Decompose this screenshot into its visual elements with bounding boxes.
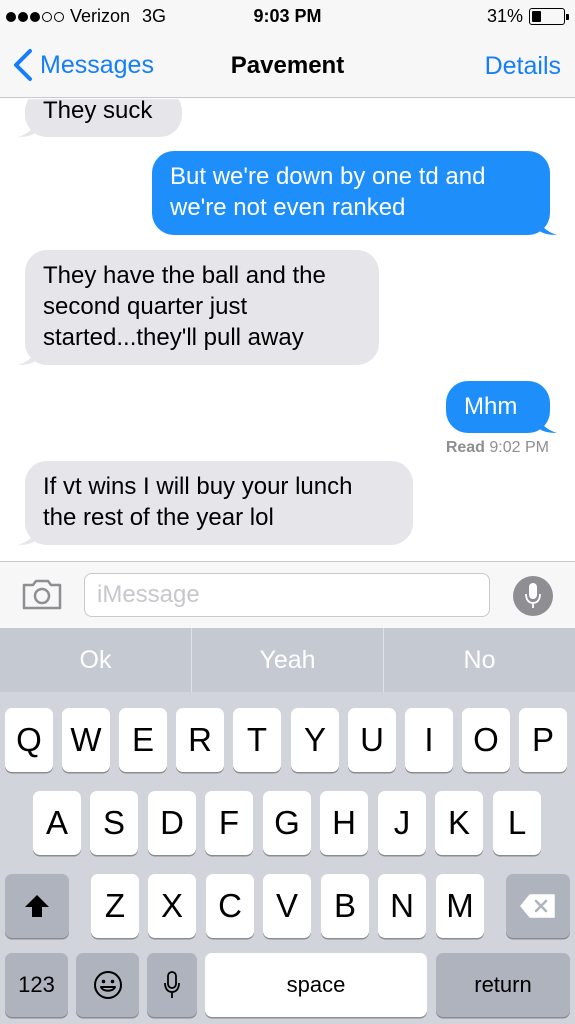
shift-icon bbox=[25, 895, 49, 917]
message-text: They suck bbox=[43, 99, 153, 124]
dictation-key[interactable] bbox=[147, 953, 197, 1017]
predictive-bar: Ok Yeah No bbox=[0, 628, 575, 692]
microphone-icon bbox=[164, 971, 180, 998]
suggestion[interactable]: Ok bbox=[0, 628, 191, 692]
suggestion[interactable]: No bbox=[383, 628, 575, 692]
message-line: But we're down by one td and bbox=[170, 163, 486, 190]
battery-fill bbox=[532, 11, 541, 22]
return-key[interactable]: return bbox=[436, 953, 570, 1017]
space-key[interactable]: space bbox=[205, 953, 427, 1017]
key-q[interactable]: Q bbox=[5, 708, 53, 772]
message-line: the rest of the year lol bbox=[43, 504, 274, 531]
emoji-key[interactable] bbox=[76, 953, 139, 1017]
nav-bar: Messages Pavement Details bbox=[0, 32, 575, 98]
message-bubble-incoming[interactable]: If vt wins I will buy your lunch the res… bbox=[18, 461, 413, 545]
key-d[interactable]: D bbox=[148, 791, 196, 855]
message-input[interactable] bbox=[84, 573, 490, 617]
message-text: Mhm bbox=[464, 393, 518, 420]
key-h[interactable]: H bbox=[320, 791, 368, 855]
key-a[interactable]: A bbox=[33, 791, 81, 855]
key-p[interactable]: P bbox=[519, 708, 567, 772]
keyboard: Q W E R T Y U I O P A S D F G H J K L Z … bbox=[0, 692, 575, 1024]
read-receipt: Read 9:02 PM bbox=[446, 439, 549, 457]
message-line: we're not even ranked bbox=[170, 194, 406, 221]
battery-percent: 31% bbox=[486, 6, 523, 26]
status-bar: Verizon 3G 9:03 PM 31% bbox=[0, 0, 575, 32]
key-n[interactable]: N bbox=[378, 874, 426, 938]
key-x[interactable]: X bbox=[148, 874, 196, 938]
key-y[interactable]: Y bbox=[291, 708, 339, 772]
suggestion[interactable]: Yeah bbox=[191, 628, 383, 692]
message-line: second quarter just bbox=[43, 293, 248, 320]
message-line: They have the ball and the bbox=[43, 262, 326, 289]
delete-icon bbox=[520, 894, 555, 918]
microphone-icon[interactable] bbox=[513, 576, 553, 616]
message-bubble-incoming[interactable]: They have the ball and the second quarte… bbox=[18, 250, 379, 365]
message-thread[interactable]: They suck But we're down by one td and w… bbox=[0, 99, 575, 561]
key-r[interactable]: R bbox=[176, 708, 224, 772]
battery-icon bbox=[529, 8, 569, 25]
key-t[interactable]: T bbox=[233, 708, 281, 772]
key-s[interactable]: S bbox=[90, 791, 138, 855]
key-m[interactable]: M bbox=[436, 874, 484, 938]
key-u[interactable]: U bbox=[348, 708, 396, 772]
key-z[interactable]: Z bbox=[91, 874, 139, 938]
key-f[interactable]: F bbox=[205, 791, 253, 855]
message-bubble-outgoing[interactable]: Mhm bbox=[446, 381, 557, 433]
read-label: Read bbox=[445, 439, 485, 456]
key-v[interactable]: V bbox=[263, 874, 311, 938]
key-b[interactable]: B bbox=[321, 874, 369, 938]
compose-bar bbox=[0, 561, 575, 628]
message-bubble-incoming[interactable]: They suck bbox=[18, 99, 182, 137]
key-l[interactable]: L bbox=[493, 791, 541, 855]
key-i[interactable]: I bbox=[405, 708, 453, 772]
emoji-icon bbox=[93, 971, 122, 999]
message-line: started...they'll pull away bbox=[43, 324, 304, 351]
delete-key[interactable] bbox=[506, 874, 570, 938]
message-line: If vt wins I will buy your lunch bbox=[43, 473, 353, 500]
key-w[interactable]: W bbox=[62, 708, 110, 772]
key-c[interactable]: C bbox=[206, 874, 254, 938]
key-k[interactable]: K bbox=[435, 791, 483, 855]
message-bubble-outgoing[interactable]: But we're down by one td and we're not e… bbox=[152, 151, 557, 235]
key-e[interactable]: E bbox=[119, 708, 167, 772]
camera-icon[interactable] bbox=[22, 578, 62, 610]
key-o[interactable]: O bbox=[462, 708, 510, 772]
details-button[interactable]: Details bbox=[485, 52, 561, 81]
key-j[interactable]: J bbox=[378, 791, 426, 855]
numbers-key[interactable]: 123 bbox=[5, 953, 68, 1017]
shift-key[interactable] bbox=[5, 874, 69, 938]
read-time: 9:02 PM bbox=[489, 439, 549, 456]
status-right: 31% bbox=[486, 6, 569, 27]
key-g[interactable]: G bbox=[263, 791, 311, 855]
